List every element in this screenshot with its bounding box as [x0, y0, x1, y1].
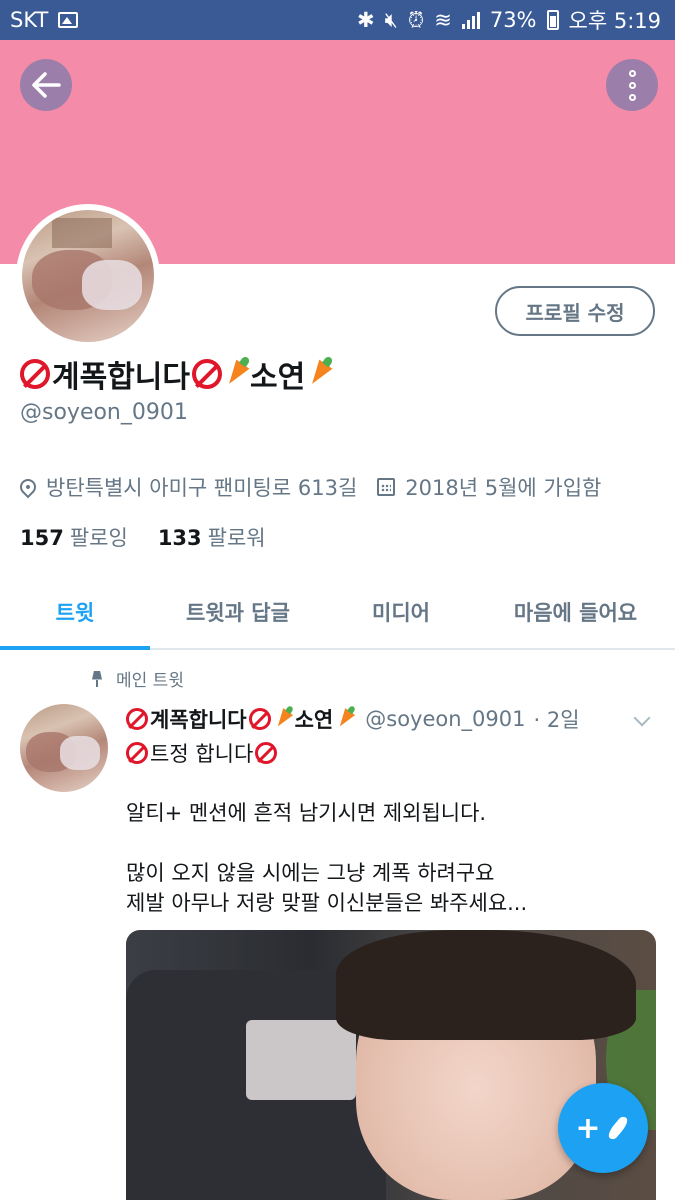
no-entry-icon [126, 708, 148, 730]
battery-icon [546, 10, 559, 30]
display-name-part2: 소연 [250, 360, 306, 395]
no-entry-icon [20, 359, 50, 389]
back-button[interactable] [20, 59, 72, 111]
no-entry-icon [192, 359, 222, 389]
following-count: 157 [20, 526, 64, 550]
edit-profile-button[interactable]: 프로필 수정 [495, 286, 655, 336]
tweet-avatar[interactable] [20, 704, 108, 792]
tweet-header: 계폭합니다 소연 @soyeon_0901 · 2일 [126, 704, 580, 734]
followers-link[interactable]: 133 팔로워 [158, 522, 266, 552]
tweet-title: 트정 합니다 [126, 738, 278, 768]
gallery-notification-icon [58, 12, 79, 28]
profile-handle: @soyeon_0901 [20, 400, 188, 425]
tab-tweets-and-replies[interactable]: 트윗과 답글 [150, 576, 326, 648]
mute-icon: 🔇︎ [384, 7, 398, 32]
no-entry-icon [126, 742, 148, 764]
status-bar-left: SKT [10, 8, 79, 32]
tweet-body: 알티+ 멘션에 흔적 남기시면 제외됩니다. 많이 오지 않을 시에는 그냥 계… [126, 801, 528, 915]
pin-icon [92, 671, 102, 687]
arrow-left-icon [32, 72, 61, 98]
bluetooth-icon: ✱ [356, 8, 375, 32]
chevron-down-icon[interactable] [633, 709, 651, 727]
followers-label: 팔로워 [207, 526, 266, 550]
tab-media[interactable]: 미디어 [326, 576, 476, 648]
signal-icon [461, 11, 480, 29]
tweet-author-name-part1: 계폭합니다 [150, 708, 247, 732]
display-name-part1: 계폭합니다 [52, 360, 190, 395]
carrier-label: SKT [10, 8, 49, 32]
following-link[interactable]: 157 팔로잉 [20, 522, 128, 552]
tab-tweets[interactable]: 트윗 [0, 576, 150, 650]
pinned-label: 메인 트윗 [116, 671, 184, 691]
follow-stats: 157 팔로잉 133 팔로워 [20, 522, 266, 552]
display-name: 계폭합니다 소연 [20, 352, 333, 396]
tweet-author-name-part2: 소연 [294, 708, 334, 732]
status-bar-right: ✱ 🔇︎ ⏰︎ ≋ 73% 오후 5:19 [357, 5, 661, 35]
compose-tweet-button[interactable]: + [558, 1083, 648, 1173]
more-vertical-icon [628, 69, 636, 101]
profile-tabs: 트윗 트윗과 답글 미디어 마음에 들어요 [0, 576, 675, 650]
followers-count: 133 [157, 526, 202, 550]
carrot-icon [305, 359, 333, 389]
no-entry-icon [248, 708, 271, 730]
tweet-date: · 2일 [533, 708, 580, 732]
tweet-author-name[interactable]: 계폭합니다 소연 [126, 704, 356, 734]
more-options-button[interactable] [606, 59, 658, 111]
no-entry-icon [255, 742, 278, 764]
profile-location: 방탄특별시 아미구 팬미팅로 613길 [46, 476, 358, 500]
plus-label: + [575, 1110, 601, 1146]
profile-joined-date: 2018년 5월에 가입함 [405, 476, 602, 500]
tab-likes[interactable]: 마음에 들어요 [476, 576, 675, 648]
carrot-icon [222, 359, 250, 389]
profile-avatar[interactable] [16, 204, 160, 348]
calendar-icon [377, 478, 396, 496]
battery-percent: 73% [489, 8, 537, 32]
alarm-icon: ⏰︎ [407, 7, 425, 32]
avatar-image [22, 210, 154, 342]
pinned-tweet-indicator: 메인 트윗 [92, 666, 184, 691]
profile-meta: 방탄특별시 아미구 팬미팅로 613길 2018년 5월에 가입함 [16, 472, 602, 502]
tweet-title-text: 트정 합니다 [150, 742, 254, 766]
compose-tweet-icon [605, 1114, 630, 1142]
status-bar: SKT ✱ 🔇︎ ⏰︎ ≋ 73% 오후 5:19 [0, 0, 675, 40]
tweet-author-handle: @soyeon_0901 [365, 707, 526, 731]
clock: 오후 5:19 [568, 9, 661, 33]
following-label: 팔로잉 [69, 526, 128, 550]
carrot-icon [335, 708, 356, 730]
wifi-icon: ≋ [434, 8, 452, 32]
carrot-icon [272, 708, 293, 730]
location-pin-icon [16, 475, 40, 499]
